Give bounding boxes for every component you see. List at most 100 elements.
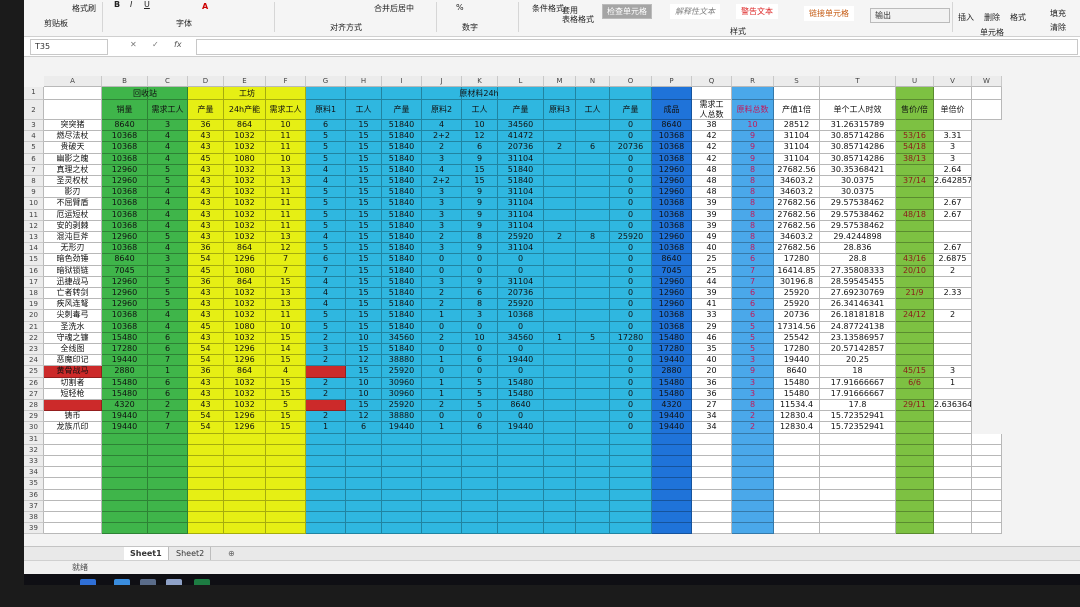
tab-sheet2[interactable]: Sheet2	[170, 547, 212, 560]
table-cell[interactable]: 1032	[224, 310, 266, 322]
table-cell[interactable]: 安的剥棘	[44, 220, 102, 232]
table-cell[interactable]: 12960	[102, 176, 148, 188]
table-cell[interactable]	[732, 489, 774, 501]
table-cell[interactable]: 3	[462, 310, 498, 322]
column-title[interactable]: 售价/倍	[896, 100, 934, 120]
table-cell[interactable]: 0	[422, 265, 462, 277]
conditional-format-button[interactable]: 条件格式	[532, 3, 564, 14]
table-cell[interactable]	[544, 344, 576, 356]
table-cell[interactable]: 10368	[102, 321, 148, 333]
style-output[interactable]: 输出	[870, 8, 950, 23]
table-cell[interactable]	[934, 220, 972, 232]
table-cell[interactable]: 10368	[102, 310, 148, 322]
table-cell[interactable]: 10	[346, 388, 382, 400]
table-cell[interactable]: 25920	[610, 232, 652, 244]
table-cell[interactable]	[576, 187, 610, 199]
table-cell[interactable]	[896, 243, 934, 255]
table-cell[interactable]: 36	[188, 276, 224, 288]
table-cell[interactable]: 25920	[498, 232, 544, 244]
table-cell[interactable]: 51840	[382, 265, 422, 277]
table-cell[interactable]: 2	[934, 310, 972, 322]
table-cell[interactable]	[148, 489, 188, 501]
column-header[interactable]: O	[610, 76, 652, 87]
table-cell[interactable]: 28512	[774, 120, 820, 132]
table-cell[interactable]	[306, 467, 346, 479]
table-cell[interactable]	[896, 299, 934, 311]
table-cell[interactable]: 42	[692, 131, 732, 143]
table-cell[interactable]: 34560	[498, 332, 544, 344]
table-cell[interactable]: 35	[692, 344, 732, 356]
table-cell[interactable]	[44, 444, 102, 456]
table-cell[interactable]	[820, 523, 896, 535]
table-cell[interactable]: 2	[148, 400, 188, 412]
table-cell[interactable]	[188, 478, 224, 490]
table-cell[interactable]: 20736	[498, 142, 544, 154]
table-cell[interactable]: 15480	[102, 388, 148, 400]
table-cell[interactable]	[266, 444, 306, 456]
table-cell[interactable]: 20736	[774, 310, 820, 322]
table-cell[interactable]: 51840	[382, 254, 422, 266]
table-cell[interactable]	[576, 288, 610, 300]
table-cell[interactable]: 40	[692, 243, 732, 255]
table-cell[interactable]: 30196.8	[774, 276, 820, 288]
table-cell[interactable]: 7	[732, 276, 774, 288]
table-cell[interactable]	[576, 321, 610, 333]
table-cell[interactable]: 51840	[382, 131, 422, 143]
table-cell[interactable]: 24/12	[896, 310, 934, 322]
table-cell[interactable]	[544, 288, 576, 300]
table-cell[interactable]: 43	[188, 176, 224, 188]
table-cell[interactable]: 暗狱锁链	[44, 265, 102, 277]
table-cell[interactable]	[732, 512, 774, 524]
table-cell[interactable]: 12960	[102, 288, 148, 300]
table-cell[interactable]: 6	[462, 142, 498, 154]
table-cell[interactable]: 1032	[224, 332, 266, 344]
table-cell[interactable]	[934, 344, 972, 356]
table-cell[interactable]: 11	[266, 220, 306, 232]
table-cell[interactable]: 30960	[382, 377, 422, 389]
table-cell[interactable]: 39	[692, 220, 732, 232]
table-cell[interactable]: 8640	[652, 254, 692, 266]
add-sheet-icon[interactable]: ⊕	[222, 547, 241, 560]
table-cell[interactable]: 13	[266, 299, 306, 311]
table-cell[interactable]: 36	[188, 120, 224, 132]
table-cell[interactable]	[148, 433, 188, 445]
tab-sheet1[interactable]: Sheet1	[124, 547, 169, 560]
table-cell[interactable]	[422, 489, 462, 501]
table-cell[interactable]: 圣灵权杖	[44, 176, 102, 188]
table-cell[interactable]: 15	[346, 198, 382, 210]
table-cell[interactable]	[544, 176, 576, 188]
table-cell[interactable]: 51840	[382, 299, 422, 311]
table-cell[interactable]	[576, 400, 610, 412]
column-header[interactable]: K	[462, 76, 498, 87]
table-cell[interactable]	[266, 500, 306, 512]
table-cell[interactable]	[224, 523, 266, 535]
table-cell[interactable]	[820, 444, 896, 456]
table-cell[interactable]	[462, 456, 498, 468]
table-cell[interactable]: 11	[266, 131, 306, 143]
table-cell[interactable]: 12960	[102, 232, 148, 244]
table-cell[interactable]: 4	[148, 321, 188, 333]
table-cell[interactable]	[576, 243, 610, 255]
table-cell[interactable]	[266, 489, 306, 501]
table-cell[interactable]	[148, 500, 188, 512]
row-header[interactable]: 18	[24, 288, 44, 300]
table-cell[interactable]	[972, 500, 1002, 512]
table-cell[interactable]: 7	[148, 411, 188, 423]
table-cell[interactable]	[422, 523, 462, 535]
table-cell[interactable]: 4	[148, 187, 188, 199]
table-cell[interactable]: 20/10	[896, 265, 934, 277]
table-cell[interactable]: 2	[422, 142, 462, 154]
table-cell[interactable]: 2	[422, 288, 462, 300]
table-cell[interactable]: 0	[610, 198, 652, 210]
table-cell[interactable]: 0	[498, 321, 544, 333]
column-title[interactable]: 产量	[188, 100, 224, 120]
table-cell[interactable]	[732, 456, 774, 468]
table-cell[interactable]	[544, 467, 576, 479]
table-cell[interactable]: 15	[346, 366, 382, 378]
table-cell[interactable]	[732, 433, 774, 445]
table-cell[interactable]: 27.35808333	[820, 265, 896, 277]
column-title[interactable]: 需求工 人总数	[692, 100, 732, 120]
table-cell[interactable]: 2	[422, 332, 462, 344]
table-cell[interactable]	[576, 355, 610, 367]
merge-center-button[interactable]: 合并后居中	[374, 3, 414, 14]
